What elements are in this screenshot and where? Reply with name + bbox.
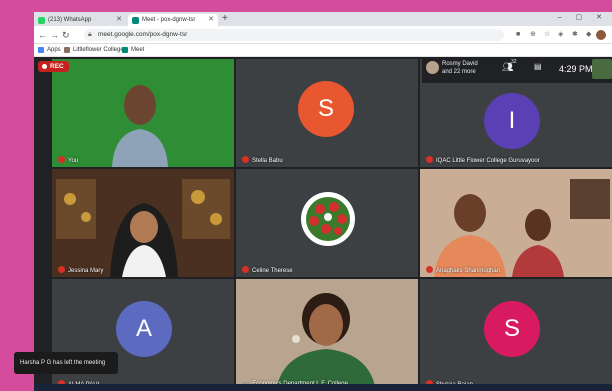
mic-off-icon — [242, 266, 249, 273]
mic-off-icon — [58, 156, 65, 163]
name-text: IQAC Little Flower College Guruvayoor — [436, 158, 540, 164]
participant-tile[interactable]: Celine Therese — [236, 169, 418, 277]
presenter-avatar — [426, 61, 439, 74]
participant-tile[interactable]: A ALMA PAUL — [52, 279, 234, 391]
bookmark-label: Littleflower College... — [73, 47, 129, 53]
avatar-letter: S — [503, 315, 520, 342]
roses-image — [301, 192, 355, 246]
name-text: Stella Babu — [252, 158, 283, 164]
lock-icon: 🔒︎ — [88, 31, 92, 38]
meeting-stage: You S Stella Babu I IQAC Little Flower C… — [34, 57, 612, 391]
star-icon[interactable]: ☆ — [544, 29, 550, 41]
presenter-info: Rosmy David and 22 more — [442, 60, 478, 76]
participant-name: Jessina Mary — [58, 266, 103, 274]
meeting-clock: 4:29 PM — [559, 64, 593, 74]
college-icon — [64, 47, 70, 53]
extension-icon[interactable]: ◆ — [586, 29, 591, 41]
mic-off-icon — [426, 156, 433, 163]
window-controls[interactable]: – ▢ ✕ — [558, 13, 608, 21]
meeting-top-bar: Rosmy David and 22 more 👥︎ 32 ▤ 4:29 PM — [422, 57, 612, 83]
notification-toast: Harsha P G has left the meeting — [14, 352, 118, 374]
bookmark-littleflower[interactable]: Littleflower College... — [64, 44, 129, 57]
avatar: A — [116, 301, 172, 357]
video-feed — [52, 59, 234, 167]
participant-name: You — [58, 156, 78, 164]
tab-label: (213) WhatsApp — [48, 17, 92, 23]
tab-strip: (213) WhatsApp ✕ Meet - pox-dgnw-tsr ✕ +… — [34, 12, 612, 26]
name-text: Jessina Mary — [68, 268, 104, 274]
new-tab-button[interactable]: + — [222, 13, 228, 25]
url-field[interactable]: 🔒︎ meet.google.com/pox-dgnw-tsr — [84, 29, 504, 41]
puzzle-icon[interactable]: ✱ — [572, 29, 578, 41]
avatar-letter: A — [135, 315, 152, 342]
taskbar — [34, 384, 612, 391]
whatsapp-icon — [38, 17, 45, 24]
url-text: meet.google.com/pox-dgnw-tsr — [98, 31, 188, 38]
mic-off-icon — [58, 266, 65, 273]
video-feed — [420, 169, 612, 277]
profile-avatar[interactable] — [596, 30, 606, 40]
avatar: I — [484, 93, 540, 149]
tab-label: Meet - pox-dgnw-tsr — [142, 17, 196, 23]
participant-count: 32 — [511, 59, 517, 65]
name-text: You — [68, 158, 79, 164]
avatar: S — [484, 301, 540, 357]
chat-icon[interactable]: ▤ — [534, 62, 542, 71]
tab-meet[interactable]: Meet - pox-dgnw-tsr ✕ — [128, 14, 218, 26]
self-view-thumbnail[interactable] — [592, 59, 612, 79]
apps-icon — [38, 47, 44, 53]
avatar-letter: I — [508, 107, 516, 134]
bookmark-apps[interactable]: Apps — [38, 44, 61, 57]
participant-name: Stella Babu — [242, 156, 283, 164]
participant-tile[interactable]: ◖◗ Economics Department L.F. College — [236, 279, 418, 391]
mic-off-icon — [426, 266, 433, 273]
extension-icon[interactable]: ◈ — [558, 29, 563, 41]
avatar-letter: S — [317, 95, 334, 122]
participant-tile[interactable]: Jessina Mary — [52, 169, 234, 277]
bookmark-meet[interactable]: Meet — [122, 44, 144, 57]
participant-tile[interactable]: Anaghaks Shanmughan — [420, 169, 612, 277]
mic-off-icon — [242, 156, 249, 163]
avatar: S — [298, 81, 354, 137]
participant-name: Celine Therese — [242, 266, 293, 274]
bookmark-label: Apps — [47, 47, 61, 53]
participant-tile[interactable]: You — [52, 59, 234, 167]
meet-icon — [132, 17, 139, 24]
meet-icon — [122, 47, 128, 53]
participant-tile[interactable]: S Shylaja Rajan — [420, 279, 612, 391]
address-bar: ← → ↻ 🔒︎ meet.google.com/pox-dgnw-tsr ■ … — [34, 26, 612, 44]
participant-name: IQAC Little Flower College Guruvayoor — [426, 156, 540, 164]
zoom-icon[interactable]: ⊕ — [530, 29, 536, 41]
bookmarks-bar: Apps Littleflower College... Meet — [34, 44, 612, 57]
tab-whatsapp[interactable]: (213) WhatsApp ✕ — [34, 14, 126, 26]
participant-name: Anaghaks Shanmughan — [426, 266, 500, 274]
name-text: Celine Therese — [252, 268, 293, 274]
camera-icon[interactable]: ■ — [516, 29, 520, 41]
bookmark-label: Meet — [131, 47, 145, 53]
video-feed — [52, 169, 234, 277]
presenter-more: and 22 more — [442, 69, 476, 75]
reload-icon[interactable]: ↻ — [62, 29, 70, 41]
video-feed — [236, 279, 418, 391]
name-text: Anaghaks Shanmughan — [436, 268, 501, 274]
recording-badge: REC — [38, 61, 69, 72]
presenter-name: Rosmy David — [442, 61, 478, 67]
forward-icon[interactable]: → — [50, 29, 59, 41]
participant-tile[interactable]: S Stella Babu — [236, 59, 418, 167]
back-icon[interactable]: ← — [38, 29, 47, 41]
close-tab-icon[interactable]: ✕ — [116, 14, 122, 26]
browser-window: (213) WhatsApp ✕ Meet - pox-dgnw-tsr ✕ +… — [34, 12, 612, 391]
close-tab-icon[interactable]: ✕ — [208, 14, 214, 26]
